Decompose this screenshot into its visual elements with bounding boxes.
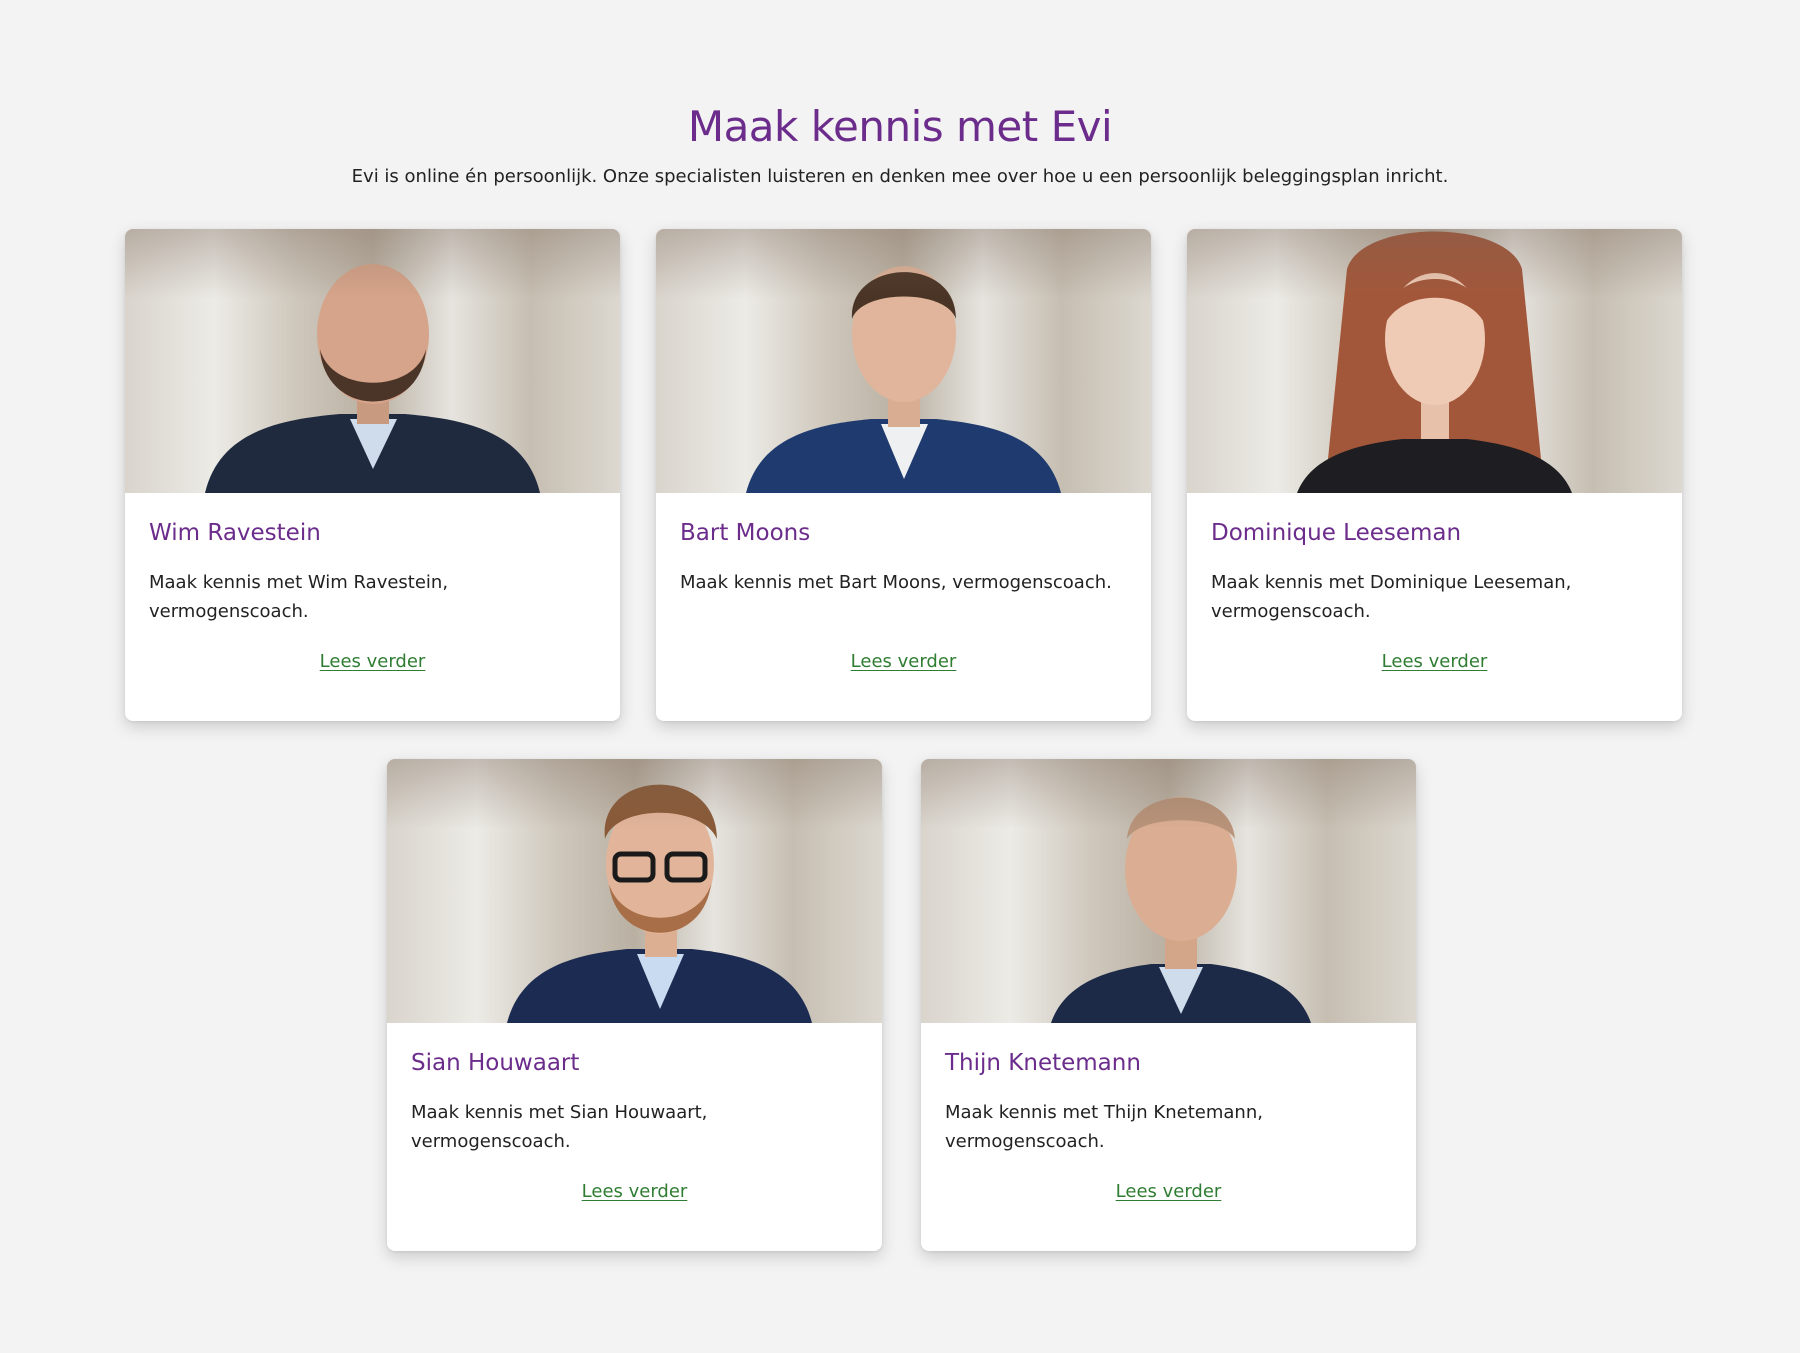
team-member-photo — [656, 229, 1151, 493]
section-intro: Evi is online én persoonlijk. Onze speci… — [351, 166, 1449, 187]
team-member-photo — [387, 759, 882, 1023]
read-more-link[interactable]: Lees verder — [1211, 651, 1658, 672]
card-name: Sian Houwaart — [411, 1050, 580, 1076]
card-description: Maak kennis met Dominique Leeseman, verm… — [1211, 572, 1572, 622]
team-member-photo — [921, 759, 1416, 1023]
card-description: Maak kennis met Thijn Knetemann, vermoge… — [945, 1102, 1263, 1152]
read-more-link[interactable]: Lees verder — [945, 1181, 1392, 1202]
team-card-bart-moons: Bart Moons Maak kennis met Bart Moons, v… — [656, 229, 1151, 721]
team-card-thijn-knetemann: Thijn Knetemann Maak kennis met Thijn Kn… — [921, 759, 1416, 1251]
card-name: Thijn Knetemann — [945, 1050, 1141, 1076]
team-card-wim-ravestein: Wim Ravestein Maak kennis met Wim Ravest… — [125, 229, 620, 721]
card-name: Wim Ravestein — [149, 520, 321, 546]
card-name: Dominique Leeseman — [1211, 520, 1462, 546]
team-member-photo — [125, 229, 620, 493]
read-more-link[interactable]: Lees verder — [411, 1181, 858, 1202]
section-title: Maak kennis met Evi — [687, 102, 1113, 151]
team-card-dominique-leeseman: Dominique Leeseman Maak kennis met Domin… — [1187, 229, 1682, 721]
card-description: Maak kennis met Wim Ravestein, vermogens… — [149, 572, 449, 622]
card-name: Bart Moons — [680, 520, 811, 546]
read-more-link[interactable]: Lees verder — [680, 651, 1127, 672]
read-more-link[interactable]: Lees verder — [149, 651, 596, 672]
card-description: Maak kennis met Bart Moons, vermogenscoa… — [680, 572, 1112, 593]
team-member-photo — [1187, 229, 1682, 493]
team-card-sian-houwaart: Sian Houwaart Maak kennis met Sian Houwa… — [387, 759, 882, 1251]
card-description: Maak kennis met Sian Houwaart, vermogens… — [411, 1102, 708, 1152]
